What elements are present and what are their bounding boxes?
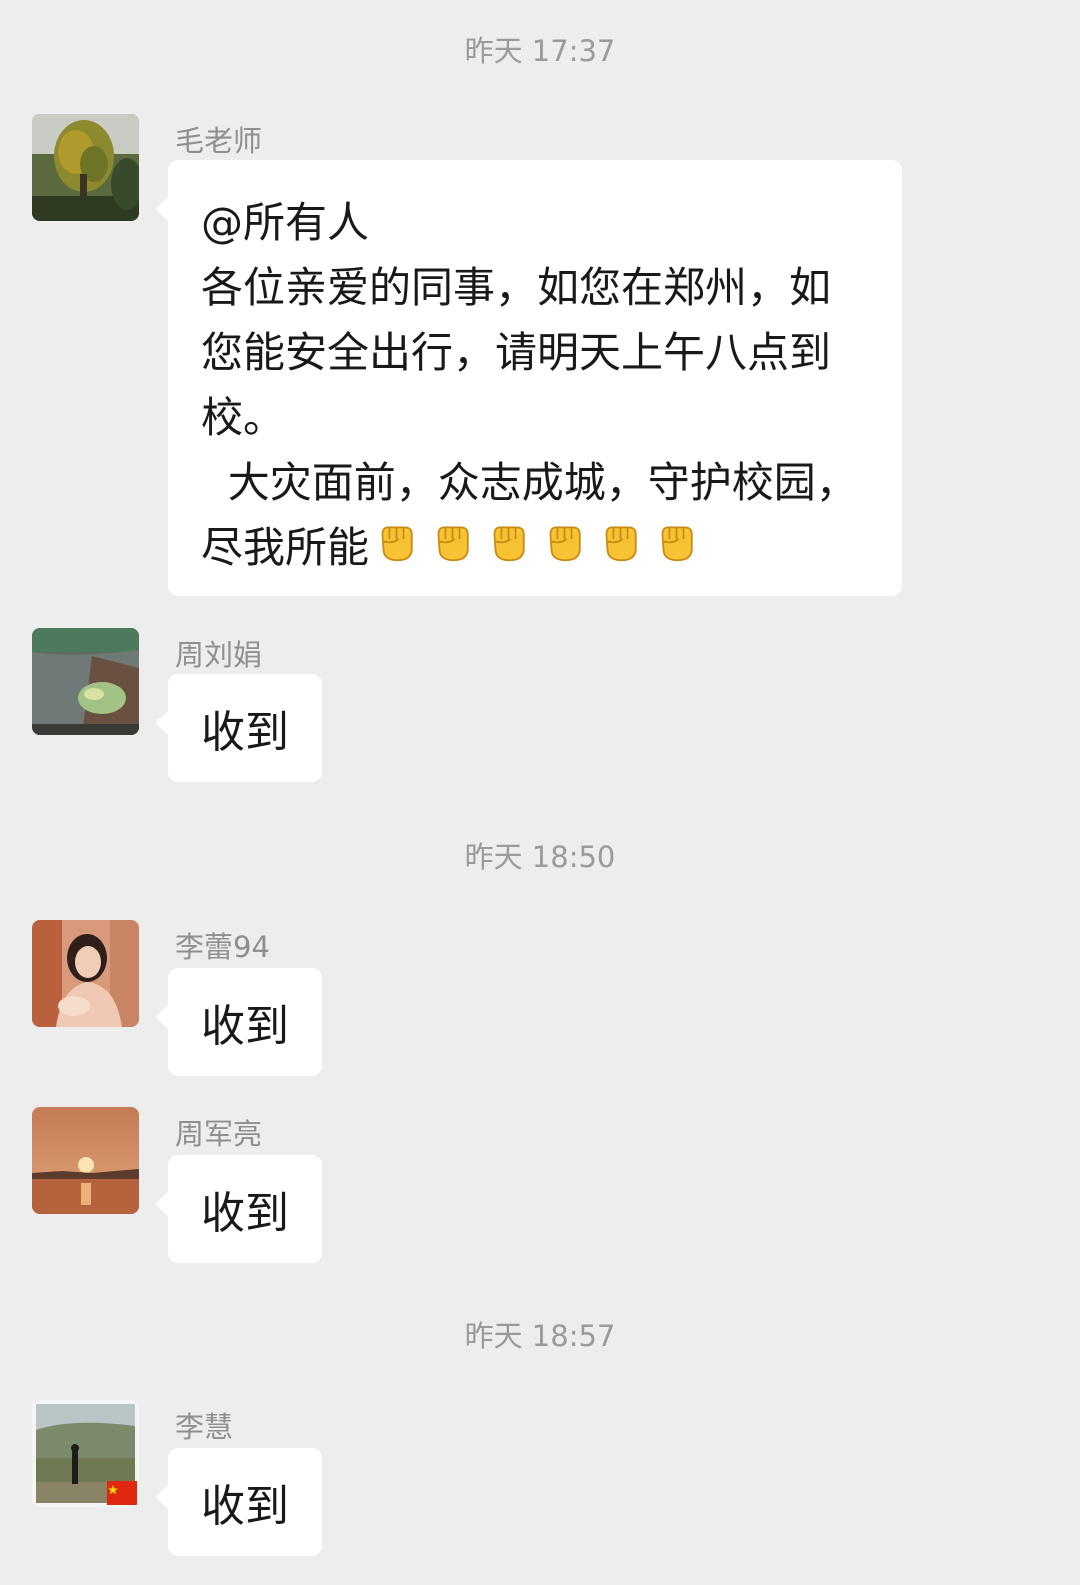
message-line: 尽我所能 bbox=[201, 515, 876, 583]
message-bubble[interactable]: 收到 bbox=[155, 1155, 322, 1263]
avatar-zhou-junliang[interactable] bbox=[32, 1107, 139, 1214]
avatar-mao-laoshi[interactable] bbox=[32, 114, 139, 221]
raised-fist-emoji bbox=[653, 518, 700, 583]
emoji-row bbox=[373, 518, 709, 583]
sender-name: 李慧 bbox=[175, 1410, 234, 1444]
message-bubble[interactable]: 收到 bbox=[155, 674, 322, 782]
message-text: 收到 bbox=[201, 1481, 289, 1532]
message-bubble[interactable]: 收到 bbox=[155, 1448, 322, 1556]
timestamp: 昨天 17:37 bbox=[464, 34, 616, 68]
sender-name: 周军亮 bbox=[175, 1117, 263, 1151]
tree-landscape-avatar bbox=[32, 114, 139, 221]
china-flag-badge bbox=[107, 1481, 137, 1505]
sender-name: 毛老师 bbox=[175, 124, 263, 158]
pond-leaf-avatar bbox=[32, 628, 139, 735]
message-bubble[interactable]: 收到 bbox=[155, 968, 322, 1076]
message-line-text: 尽我所能 bbox=[201, 523, 370, 572]
timestamp: 昨天 18:50 bbox=[464, 840, 616, 874]
sender-name: 李蕾94 bbox=[175, 930, 270, 964]
sender-name: 周刘娟 bbox=[175, 638, 263, 672]
message-line: 各位亲爱的同事，如您在郑州，如 bbox=[201, 263, 832, 312]
woman-portrait-avatar bbox=[32, 920, 139, 1027]
avatar-li-lei[interactable] bbox=[32, 920, 139, 1027]
raised-fist-emoji bbox=[429, 518, 476, 583]
raised-fist-emoji bbox=[541, 518, 588, 583]
message-line: 校。 bbox=[201, 393, 286, 442]
message-text: 收到 bbox=[201, 1188, 289, 1239]
message-bubble[interactable]: @所有人 各位亲爱的同事，如您在郑州，如 您能安全出行，请明天上午八点到 校。 … bbox=[155, 160, 902, 596]
message-line: @所有人 bbox=[201, 198, 370, 247]
sunset-lake-avatar bbox=[32, 1107, 139, 1214]
avatar-zhou-liujuan[interactable] bbox=[32, 628, 139, 735]
raised-fist-emoji bbox=[485, 518, 532, 583]
message-line: 您能安全出行，请明天上午八点到 bbox=[201, 328, 832, 377]
timestamp: 昨天 18:57 bbox=[464, 1319, 616, 1353]
raised-fist-emoji bbox=[597, 518, 644, 583]
message-line: 大灾面前，众志成城，守护校园， bbox=[201, 458, 858, 507]
message-text: 收到 bbox=[201, 1001, 289, 1052]
avatar-li-hui[interactable] bbox=[32, 1400, 139, 1507]
message-text: 收到 bbox=[201, 707, 289, 758]
raised-fist-emoji bbox=[373, 518, 420, 583]
